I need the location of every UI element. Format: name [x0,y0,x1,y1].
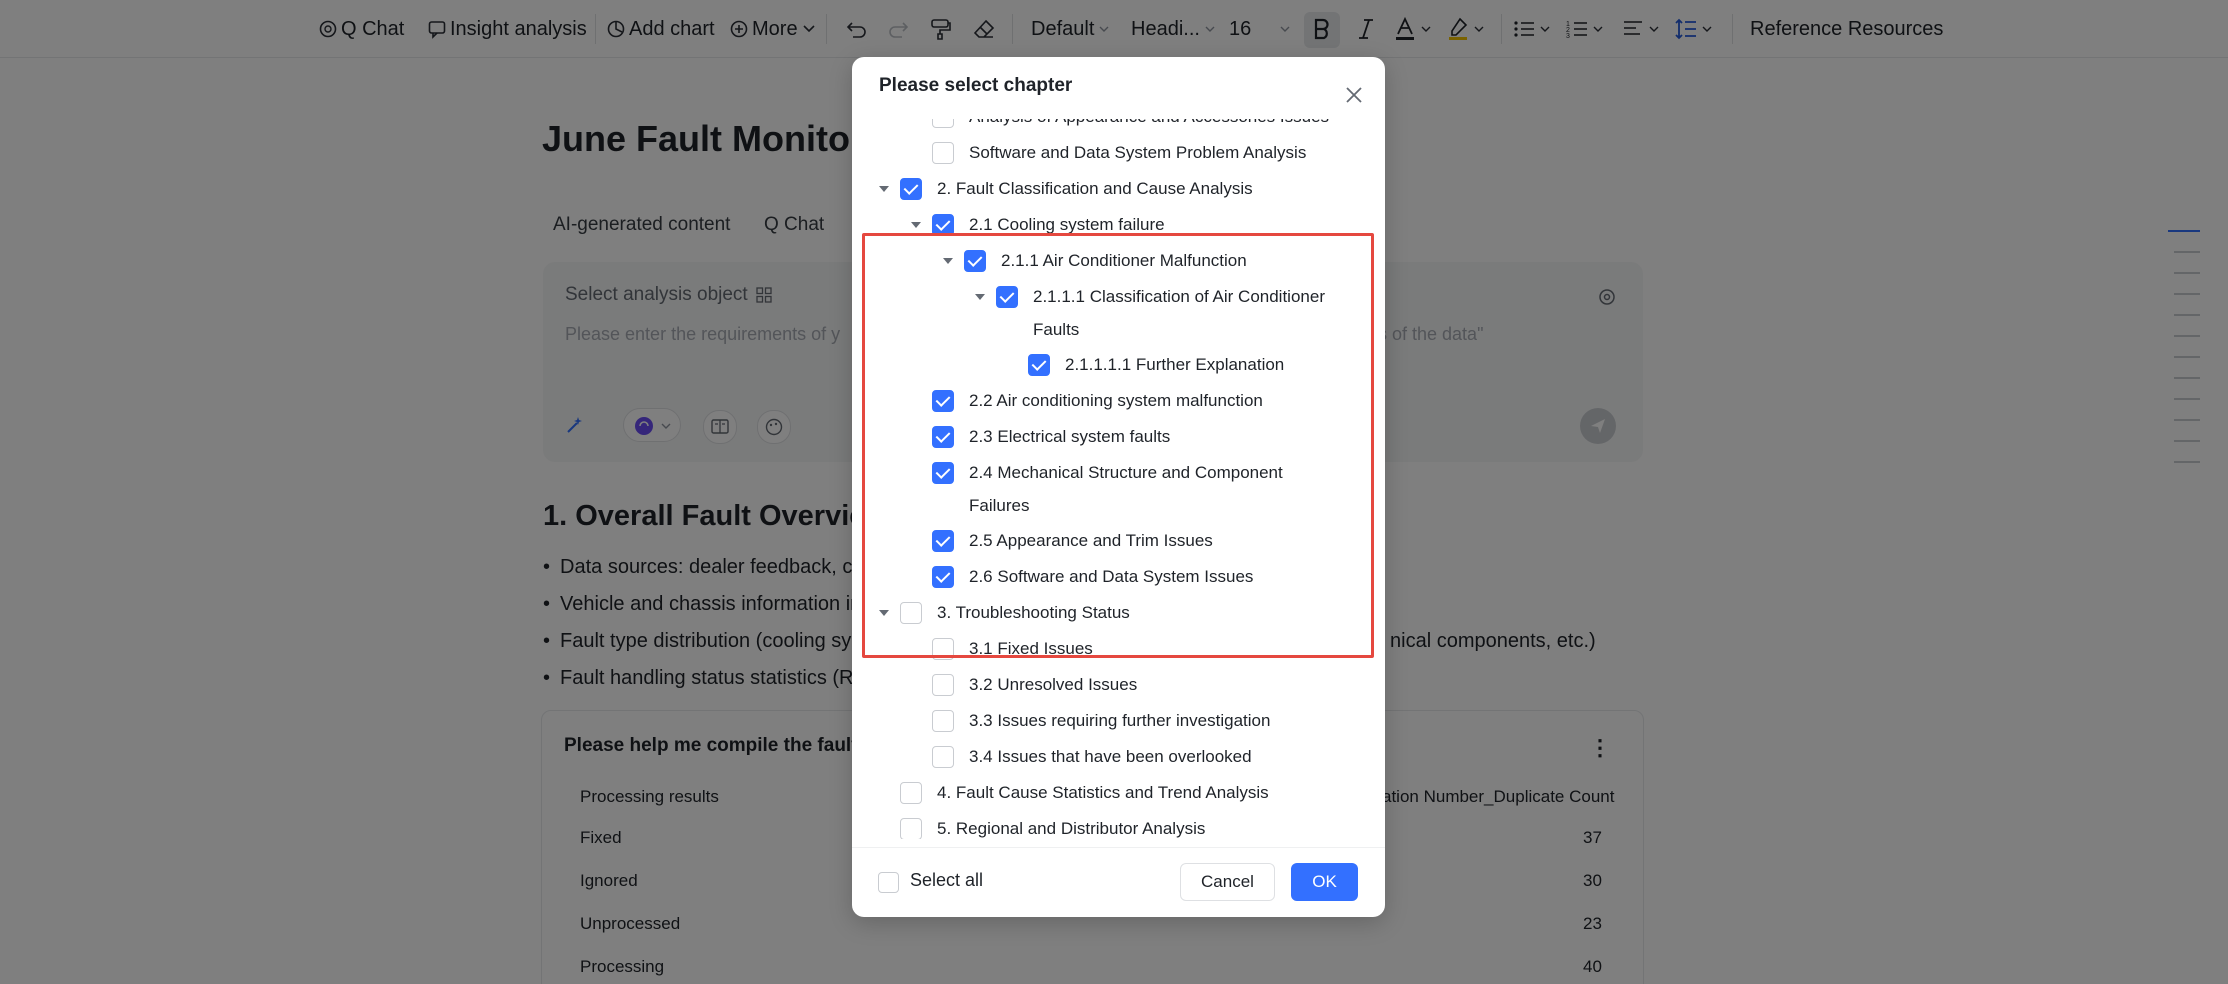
tree-checkbox[interactable] [900,178,922,200]
tree-node-label-line2: Failures [969,496,1030,515]
tree-node[interactable]: 3.3 Issues requiring further investigati… [852,703,1385,739]
tree-checkbox[interactable] [932,746,954,768]
tree-checkbox[interactable] [1028,354,1050,376]
caret-down-icon[interactable] [910,220,922,230]
caret-down-icon[interactable] [878,608,890,618]
tree-node[interactable]: 2.2 Air conditioning system malfunction [852,383,1385,419]
tree-node[interactable]: 2.1.1.1 Classification of Air Conditione… [852,279,1385,347]
tree-node[interactable]: Analysis of Appearance and Accessories I… [852,119,1385,135]
tree-checkbox[interactable] [932,214,954,236]
caret-down-icon[interactable] [974,292,986,302]
tree-checkbox[interactable] [900,818,922,839]
tree-checkbox[interactable] [932,119,954,128]
tree-node[interactable]: 2.4 Mechanical Structure and Component F… [852,455,1385,523]
tree-checkbox[interactable] [932,530,954,552]
tree-node-label: 5. Regional and Distributor Analysis [937,819,1206,838]
tree-node-label: 3. Troubleshooting Status [937,603,1130,622]
tree-node-label: Software and Data System Problem Analysi… [969,143,1307,162]
select-all-checkbox[interactable] [878,872,899,893]
tree-node[interactable]: 2.5 Appearance and Trim Issues [852,523,1385,559]
tree-node-label: 2.6 Software and Data System Issues [969,567,1254,586]
tree-node-label-line2: Faults [1033,320,1080,339]
ok-button[interactable]: OK [1291,863,1358,901]
tree-node-label: 3.3 Issues requiring further investigati… [969,711,1271,730]
tree-node-label: 3.1 Fixed Issues [969,639,1093,658]
caret-down-icon[interactable] [878,184,890,194]
dialog-footer: Select all Cancel OK [852,847,1385,917]
chapter-tree: Analysis of Appearance and Accessories I… [852,119,1385,839]
tree-node[interactable]: 3.2 Unresolved Issues [852,667,1385,703]
select-chapter-dialog: Please select chapter Analysis of Appear… [852,57,1385,917]
tree-node[interactable]: 2.1.1.1.1 Further Explanation [852,347,1385,383]
tree-node-label: 3.4 Issues that have been overlooked [969,747,1252,766]
tree-node-label: Analysis of Appearance and Accessories I… [969,119,1329,128]
tree-node-label: 2.1 Cooling system failure [969,215,1165,234]
tree-node[interactable]: 2.3 Electrical system faults [852,419,1385,455]
tree-node[interactable]: Software and Data System Problem Analysi… [852,135,1385,171]
tree-node[interactable]: 3.1 Fixed Issues [852,631,1385,667]
tree-checkbox[interactable] [932,462,954,484]
tree-node[interactable]: 2.6 Software and Data System Issues [852,559,1385,595]
tree-node[interactable]: 5. Regional and Distributor Analysis [852,811,1385,839]
tree-node[interactable]: 3. Troubleshooting Status [852,595,1385,631]
tree-checkbox[interactable] [932,710,954,732]
tree-node-label: 2.3 Electrical system faults [969,427,1171,446]
close-icon[interactable] [1342,83,1366,107]
tree-checkbox[interactable] [932,638,954,660]
tree-node[interactable]: 2.1.1 Air Conditioner Malfunction [852,243,1385,279]
tree-node-label: 2.1.1.1.1 Further Explanation [1065,355,1285,374]
tree-node-label: 2. Fault Classification and Cause Analys… [937,179,1253,198]
tree-node-label: 3.2 Unresolved Issues [969,675,1138,694]
tree-node[interactable]: 3.4 Issues that have been overlooked [852,739,1385,775]
tree-node-label: 2.2 Air conditioning system malfunction [969,391,1263,410]
caret-down-icon[interactable] [942,256,954,266]
tree-node-label: 2.1.1.1 Classification of Air Conditione… [1033,287,1325,306]
tree-node-label: 2.1.1 Air Conditioner Malfunction [1001,251,1247,270]
tree-checkbox[interactable] [932,674,954,696]
cancel-button[interactable]: Cancel [1180,863,1275,901]
tree-node[interactable]: 4. Fault Cause Statistics and Trend Anal… [852,775,1385,811]
tree-checkbox[interactable] [932,566,954,588]
tree-checkbox[interactable] [932,142,954,164]
tree-checkbox[interactable] [932,390,954,412]
tree-node[interactable]: 2. Fault Classification and Cause Analys… [852,171,1385,207]
tree-node-label: 4. Fault Cause Statistics and Trend Anal… [937,783,1269,802]
tree-checkbox[interactable] [996,286,1018,308]
tree-checkbox[interactable] [932,426,954,448]
tree-node-label: 2.5 Appearance and Trim Issues [969,531,1213,550]
tree-checkbox[interactable] [900,602,922,624]
dialog-title: Please select chapter [879,75,1073,96]
tree-node-label: 2.4 Mechanical Structure and Component [969,463,1283,482]
tree-checkbox[interactable] [900,782,922,804]
tree-node[interactable]: 2.1 Cooling system failure [852,207,1385,243]
select-all-label[interactable]: Select all [910,870,983,891]
tree-checkbox[interactable] [964,250,986,272]
